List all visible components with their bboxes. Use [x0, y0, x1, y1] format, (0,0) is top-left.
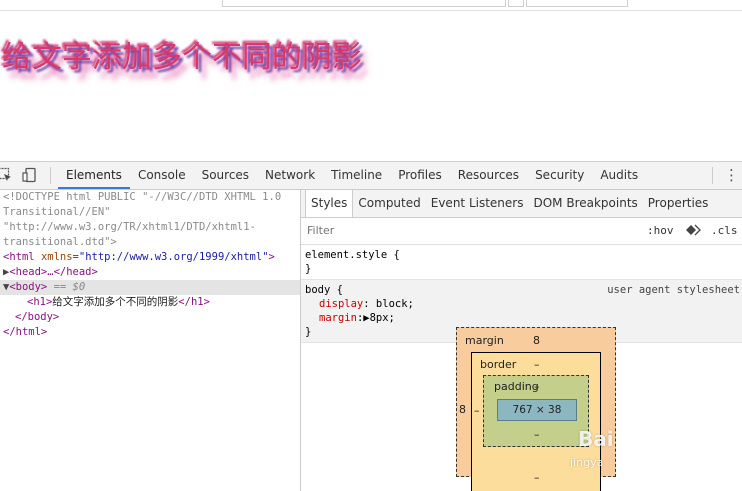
property-name: margin	[319, 312, 357, 324]
border-left-value[interactable]: –	[474, 404, 480, 417]
margin-top-value[interactable]: 8	[533, 334, 540, 347]
css-property-display[interactable]: display: block;	[305, 297, 738, 311]
tab-audits[interactable]: Audits	[592, 162, 646, 189]
filter-row: :hov .cls	[301, 218, 742, 245]
html-open-node[interactable]: <html xmlns="http://www.w3.org/1999/xhtm…	[0, 250, 300, 265]
rule-source-label[interactable]: user agent stylesheet	[607, 283, 740, 297]
inspect-element-icon[interactable]	[0, 167, 13, 183]
class-toggle[interactable]: .cls	[711, 224, 738, 237]
hover-state-toggle[interactable]: :hov	[647, 224, 674, 237]
doctype-line[interactable]: Transitional//EN"	[0, 205, 300, 220]
border-bottom-value[interactable]: –	[534, 471, 540, 484]
body-node-selected[interactable]: ▼<body> == $0	[0, 280, 300, 295]
head-node[interactable]: ▶<head>…</head>	[0, 265, 300, 280]
devtools-panel: Elements Console Sources Network Timelin…	[0, 161, 742, 491]
subtab-properties[interactable]: Properties	[643, 190, 714, 217]
padding-label: padding	[494, 380, 539, 393]
element-style-close: }	[305, 263, 312, 275]
page-button-box[interactable]	[526, 0, 628, 7]
html-attr-name: xmlns	[40, 251, 73, 263]
box-model-margin[interactable]: margin 8 8 border – – – padding – – 767 …	[456, 327, 616, 491]
margin-label: margin	[465, 334, 504, 347]
margin-left-value[interactable]: 8	[459, 403, 466, 416]
html-close-tag: </html>	[3, 326, 48, 338]
border-top-value[interactable]: –	[534, 358, 540, 371]
tab-profiles[interactable]: Profiles	[390, 162, 450, 189]
element-style-rule[interactable]: element.style { }	[301, 245, 742, 280]
subtab-styles[interactable]: Styles	[305, 190, 354, 217]
html-close-bracket: >	[268, 251, 275, 263]
browser-top-strip	[0, 0, 742, 11]
padding-top-value[interactable]: –	[534, 380, 540, 393]
box-model-padding[interactable]: padding – – 767 × 38	[483, 375, 589, 447]
h1-text: 给文字添加多个不同的阴影	[52, 296, 179, 308]
devtools-tabs: Elements Console Sources Network Timelin…	[58, 162, 646, 189]
body-close-node[interactable]: </body>	[0, 310, 300, 325]
page-headline: 给文字添加多个不同的阴影	[2, 40, 362, 75]
tab-console[interactable]: Console	[130, 162, 194, 189]
tab-network[interactable]: Network	[257, 162, 323, 189]
box-model-content[interactable]: 767 × 38	[497, 399, 577, 421]
doctype-line[interactable]: "http://www.w3.org/TR/xhtml1/DTD/xhtml1-	[0, 220, 300, 235]
border-label: border	[480, 358, 517, 371]
toolbar-separator	[50, 167, 51, 184]
subtab-dom-breakpoints[interactable]: DOM Breakpoints	[528, 190, 642, 217]
styles-pane: Styles Computed Event Listeners DOM Brea…	[301, 190, 742, 491]
more-options-icon[interactable]: ⋮	[724, 166, 739, 184]
tab-resources[interactable]: Resources	[450, 162, 527, 189]
tab-sources[interactable]: Sources	[194, 162, 257, 189]
tab-security[interactable]: Security	[527, 162, 592, 189]
devtools-toolbar: Elements Console Sources Network Timelin…	[0, 162, 742, 190]
h1-open-tag: <h1>	[27, 296, 53, 308]
subtab-event-listeners[interactable]: Event Listeners	[426, 190, 529, 217]
property-value: block;	[375, 298, 414, 310]
diamond-icon[interactable]	[685, 224, 701, 239]
property-value: ▶8px;	[363, 312, 395, 324]
head-tag: <head>…</head>	[9, 266, 98, 278]
html-close-node[interactable]: </html>	[0, 325, 300, 340]
page-small-box[interactable]	[508, 0, 524, 7]
tab-elements[interactable]: Elements	[58, 162, 130, 189]
dom-tree[interactable]: <!DOCTYPE html PUBLIC "-//W3C//DTD XHTML…	[0, 190, 301, 491]
box-model-border[interactable]: border – – – padding – – 767 × 38	[471, 352, 601, 491]
element-style-selector: element.style {	[305, 249, 400, 261]
body-close-tag: </body>	[15, 311, 60, 323]
property-name: display	[319, 298, 364, 310]
padding-bottom-value[interactable]: –	[534, 428, 540, 441]
device-mode-icon[interactable]	[22, 167, 38, 183]
styles-subtabs: Styles Computed Event Listeners DOM Brea…	[301, 190, 742, 218]
body-tag: <body>	[9, 281, 48, 293]
html-tag: <html	[3, 251, 41, 263]
tab-timeline[interactable]: Timeline	[323, 162, 390, 189]
selected-marker: == $0	[47, 281, 86, 293]
toolbar-separator-right	[712, 167, 713, 184]
subtab-computed[interactable]: Computed	[353, 190, 425, 217]
doctype-line[interactable]: <!DOCTYPE html PUBLIC "-//W3C//DTD XHTML…	[0, 190, 300, 205]
property-colon: :	[363, 298, 376, 310]
html-attr-value: "http://www.w3.org/1999/xhtml"	[78, 251, 269, 263]
h1-node[interactable]: <h1>给文字添加多个不同的阴影</h1>	[0, 295, 300, 310]
page-input-box[interactable]	[222, 0, 506, 7]
h1-close-tag: </h1>	[178, 296, 210, 308]
doctype-line[interactable]: transitional.dtd">	[0, 235, 300, 250]
css-property-margin[interactable]: margin:▶8px;	[305, 311, 738, 325]
styles-filter-input[interactable]	[305, 223, 609, 238]
